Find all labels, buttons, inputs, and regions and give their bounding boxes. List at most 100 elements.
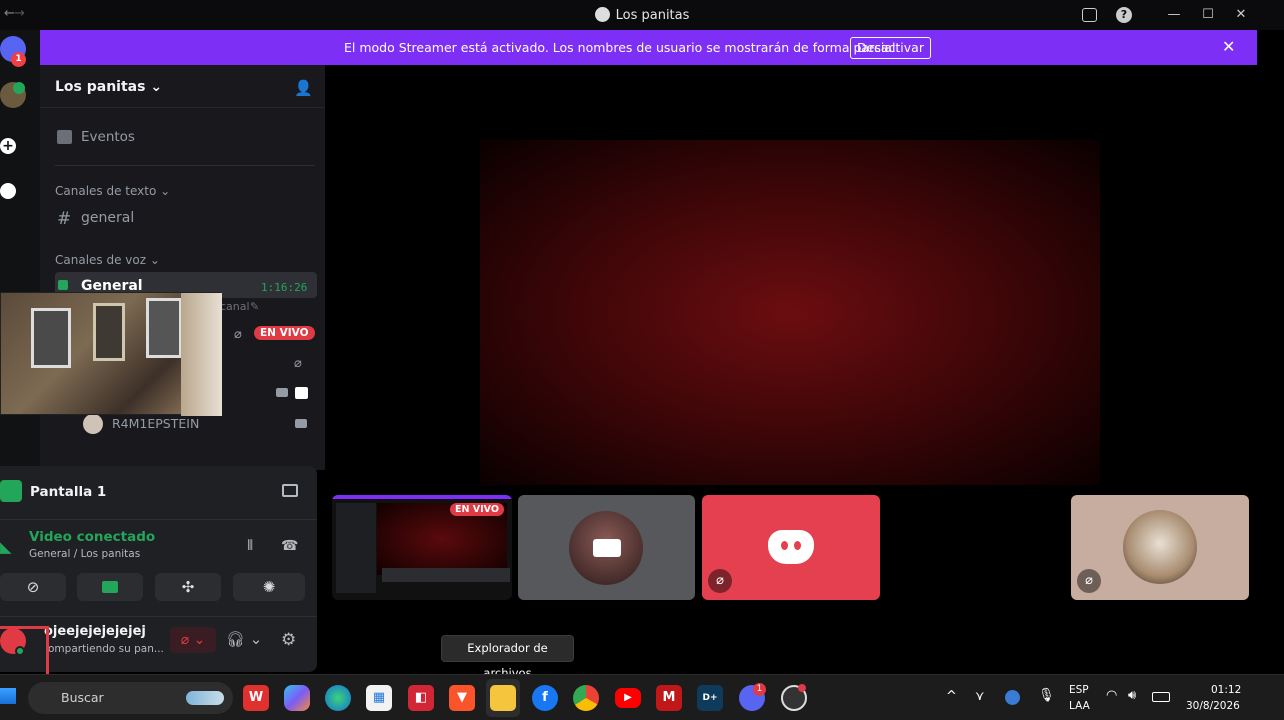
screen-title: Pantalla 1 bbox=[30, 484, 107, 500]
settings-icon[interactable]: ⚙ bbox=[281, 630, 296, 650]
participant-tile[interactable]: ⌀ bbox=[702, 495, 880, 600]
search-placeholder: Buscar bbox=[61, 690, 104, 705]
hash-icon: # bbox=[57, 209, 72, 229]
file-explorer-icon[interactable] bbox=[490, 685, 516, 711]
participant-avatar bbox=[1123, 510, 1197, 584]
webcam-preview[interactable] bbox=[0, 292, 222, 416]
activities-icon: ✣ bbox=[181, 578, 195, 596]
language-top[interactable]: ESP bbox=[1069, 684, 1089, 696]
brave-icon[interactable]: ▼ bbox=[449, 685, 475, 711]
close-banner-icon[interactable]: ✕ bbox=[1222, 37, 1235, 56]
clock-date[interactable]: 30/8/2026 bbox=[1186, 700, 1240, 712]
wps-icon[interactable]: W bbox=[243, 685, 269, 711]
youtube-icon[interactable]: ▶ bbox=[615, 688, 641, 708]
soundboard-button[interactable]: ✺ bbox=[233, 573, 305, 601]
camera-off-icon: ⊘ bbox=[26, 578, 40, 596]
voice-channels-category[interactable]: Canales de voz ⌄ bbox=[55, 253, 160, 267]
discord-logo-icon bbox=[768, 530, 814, 564]
participant-tile[interactable] bbox=[518, 495, 695, 600]
language-bottom[interactable]: LAA bbox=[1069, 700, 1090, 712]
noise-suppression-icon[interactable]: ⦀ bbox=[247, 538, 253, 554]
picture-frame bbox=[146, 298, 182, 358]
copilot-icon[interactable] bbox=[284, 685, 310, 711]
app-icon[interactable]: ◧ bbox=[408, 685, 434, 711]
stream-video[interactable] bbox=[480, 140, 1100, 485]
recording-dot-icon bbox=[798, 684, 806, 692]
chevron-up-icon[interactable]: ^ bbox=[946, 689, 957, 704]
mcafee-icon[interactable]: M bbox=[656, 685, 682, 711]
tile-controls bbox=[382, 568, 510, 582]
banner-message: El modo Streamer está activado. Los nomb… bbox=[344, 40, 900, 55]
start-icon[interactable] bbox=[0, 688, 16, 704]
muted-mic-icon: ⌀ ⌄ bbox=[180, 632, 206, 648]
calendar-icon bbox=[57, 130, 72, 144]
divider bbox=[0, 616, 317, 617]
camera-off-button[interactable]: ⊘ bbox=[0, 573, 66, 601]
camera-icon bbox=[276, 388, 288, 397]
discover-icon[interactable] bbox=[0, 183, 16, 199]
screen-settings-icon[interactable] bbox=[282, 484, 298, 497]
username[interactable]: ojeejejejejejej bbox=[44, 624, 146, 639]
server-name[interactable]: Los panitas ⌄ bbox=[55, 79, 162, 95]
volume-icon[interactable]: 🔊︎ bbox=[1128, 688, 1136, 703]
clock-time[interactable]: 01:12 bbox=[1211, 684, 1241, 696]
facebook-icon[interactable]: f bbox=[532, 685, 558, 711]
stream-tile[interactable]: EN VIVO bbox=[332, 495, 512, 600]
invite-user-icon[interactable]: 👤 bbox=[294, 79, 313, 97]
add-server-icon[interactable]: + bbox=[0, 138, 16, 154]
connection-status[interactable]: Video conectado bbox=[29, 529, 155, 545]
camera-icon bbox=[295, 419, 307, 428]
tile-header bbox=[332, 495, 512, 499]
stage-area: EN VIVO ⌀ ⌀ bbox=[325, 65, 1257, 674]
stop-share-button[interactable] bbox=[77, 573, 143, 601]
edge-icon[interactable] bbox=[325, 685, 351, 711]
disney-icon[interactable]: D+ bbox=[697, 685, 723, 711]
logo-eye bbox=[794, 541, 801, 550]
muted-mic-icon: ⌀ bbox=[234, 327, 242, 342]
rail-badge: 1 bbox=[11, 52, 26, 67]
signal-icon: ◣ bbox=[0, 538, 12, 556]
inbox-icon[interactable] bbox=[1082, 8, 1097, 22]
server-avatar-icon bbox=[594, 7, 610, 22]
mute-button[interactable]: ⌀ ⌄ bbox=[170, 627, 216, 653]
muted-mic-icon: ⌀ bbox=[294, 356, 302, 371]
connection-location: General / Los panitas bbox=[29, 548, 141, 560]
channel-fragment: canal bbox=[220, 300, 250, 313]
activities-button[interactable]: ✣ bbox=[155, 573, 221, 601]
events-link[interactable]: Eventos bbox=[81, 129, 135, 145]
avatar bbox=[83, 414, 103, 434]
tray-app-icon[interactable] bbox=[1005, 690, 1020, 705]
microphone-icon[interactable]: 🎙︎ bbox=[1038, 688, 1055, 703]
store-icon[interactable]: ▦ bbox=[366, 685, 392, 711]
deactivate-button[interactable]: Desactivar bbox=[850, 37, 931, 59]
divider bbox=[0, 519, 317, 520]
live-badge: EN VIVO bbox=[254, 326, 315, 340]
close-window-button[interactable]: ✕ bbox=[1232, 6, 1250, 24]
tray-app-icon[interactable]: ⋎ bbox=[975, 689, 985, 704]
voice-timer: 1:16:26 bbox=[261, 281, 308, 294]
headphones-icon[interactable]: 🎧︎ ⌄ bbox=[226, 630, 262, 648]
help-icon[interactable]: ? bbox=[1116, 7, 1132, 23]
camera-icon bbox=[593, 539, 621, 557]
shark-icon bbox=[186, 691, 224, 705]
maximize-button[interactable]: ☐ bbox=[1199, 6, 1217, 24]
disconnect-icon[interactable]: ☎ bbox=[281, 538, 298, 554]
logo-eye bbox=[781, 541, 788, 550]
channel-general[interactable]: general bbox=[81, 210, 134, 226]
participant-tile[interactable]: ⌀ bbox=[1071, 495, 1249, 600]
search-box[interactable]: Buscar bbox=[28, 682, 233, 714]
streamer-mode-banner: El modo Streamer está activado. Los nomb… bbox=[40, 30, 1257, 65]
wifi-icon[interactable]: ◠ bbox=[1106, 688, 1117, 703]
doorway bbox=[181, 293, 222, 416]
picture-frame bbox=[93, 303, 125, 361]
screen-share-icon bbox=[0, 480, 22, 502]
speaker-icon bbox=[58, 280, 68, 290]
minimize-button[interactable]: — bbox=[1165, 6, 1183, 24]
member-name[interactable]: R4M1EPSTEIN bbox=[112, 416, 199, 431]
chrome-icon[interactable] bbox=[573, 685, 599, 711]
voice-indicator-icon bbox=[13, 82, 25, 94]
picture-frame bbox=[31, 308, 71, 368]
battery-icon[interactable] bbox=[1152, 692, 1170, 702]
chevron-down-icon: ⌄ bbox=[150, 79, 163, 95]
text-channels-category[interactable]: Canales de texto ⌄ bbox=[55, 184, 170, 198]
